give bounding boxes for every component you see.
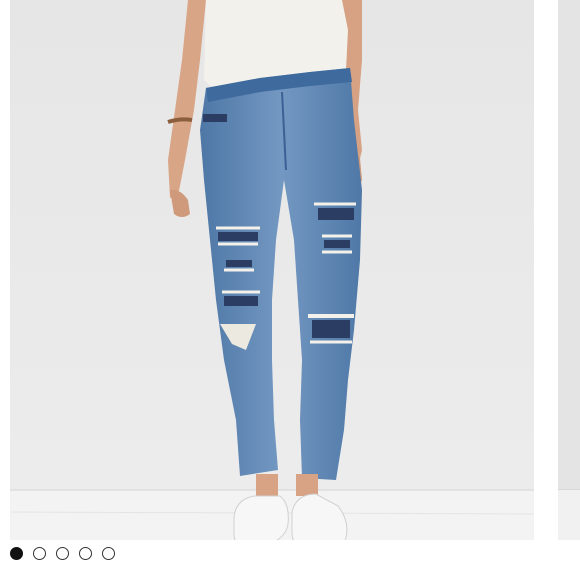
carousel-pagination — [10, 543, 115, 563]
pagination-dot-3[interactable] — [56, 546, 69, 560]
pagination-dot-2[interactable] — [33, 546, 46, 560]
jeans-photo — [10, 0, 534, 540]
pagination-dot-1[interactable] — [10, 546, 23, 560]
pagination-dot-4[interactable] — [79, 546, 92, 560]
product-image[interactable] — [10, 0, 534, 540]
next-slide-floor — [558, 489, 580, 540]
next-slide-preview[interactable] — [558, 0, 580, 540]
image-carousel[interactable] — [0, 0, 580, 580]
pagination-dot-5[interactable] — [102, 546, 115, 560]
